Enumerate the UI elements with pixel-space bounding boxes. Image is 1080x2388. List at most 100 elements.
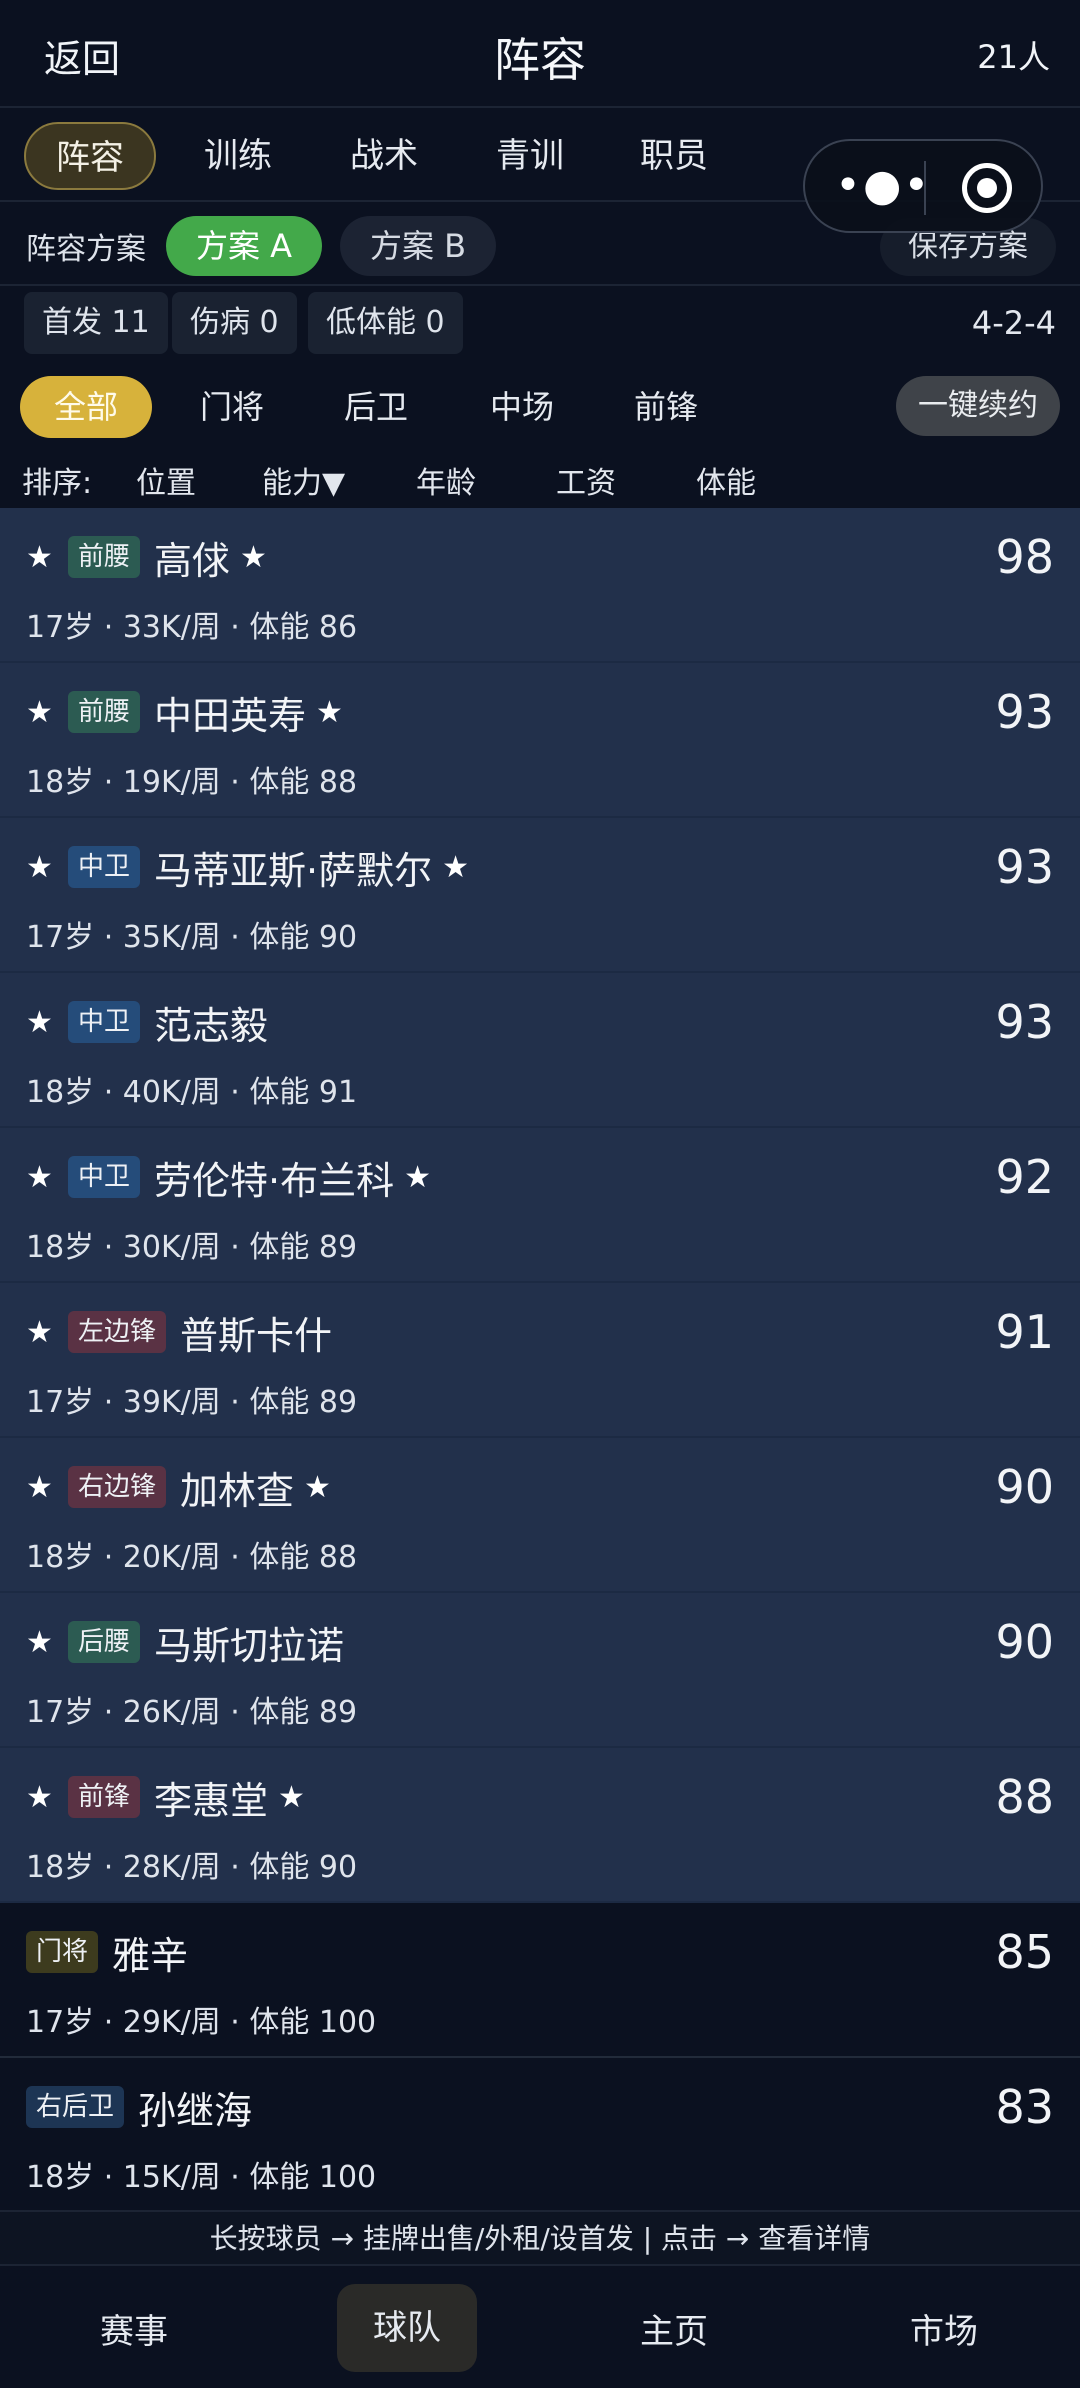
player-info: 17岁 · 26K/周 · 体能 89 bbox=[26, 1695, 358, 1730]
player-name: 中田英寿 bbox=[154, 693, 307, 738]
starter-star-icon: ★ bbox=[26, 1314, 53, 1350]
position-badge: 中卫 bbox=[68, 1156, 141, 1198]
miniprogram-capsule: •●• bbox=[803, 139, 1043, 233]
player-rating: 90 bbox=[995, 1460, 1054, 1514]
player-rating: 93 bbox=[995, 995, 1054, 1049]
renew-all-button[interactable]: 一键续约 bbox=[896, 376, 1060, 436]
position-badge: 前腰 bbox=[68, 536, 141, 578]
position-badge: 左边锋 bbox=[68, 1311, 167, 1353]
player-info: 18岁 · 15K/周 · 体能 100 bbox=[26, 2160, 377, 2195]
capsule-divider bbox=[924, 161, 926, 215]
player-info: 17岁 · 29K/周 · 体能 100 bbox=[26, 2005, 377, 2040]
position-badge: 右后卫 bbox=[26, 2086, 125, 2128]
player-name: 孙继海 bbox=[138, 2088, 253, 2133]
player-row[interactable]: ★ 右边锋 加林查 ★ 90 18岁 · 20K/周 · 体能 88 bbox=[0, 1438, 1080, 1593]
starter-star-icon: ★ bbox=[26, 1159, 53, 1195]
player-name: 雅辛 bbox=[112, 1933, 189, 1978]
player-rating: 88 bbox=[995, 1770, 1054, 1824]
nav-market[interactable]: 市场 bbox=[910, 2304, 978, 2353]
tab-lineup[interactable]: 阵容 bbox=[24, 122, 156, 190]
position-badge: 前锋 bbox=[68, 1776, 141, 1818]
page-title: 阵容 bbox=[494, 33, 586, 87]
starter-star-icon: ★ bbox=[26, 1624, 53, 1660]
tab-tactics[interactable]: 战术 bbox=[320, 122, 448, 190]
nav-events[interactable]: 赛事 bbox=[100, 2304, 168, 2353]
player-name: 李惠堂 bbox=[154, 1778, 269, 1823]
plan-a-button[interactable]: 方案 A bbox=[166, 216, 323, 276]
player-name: 普斯卡什 bbox=[180, 1313, 333, 1358]
player-row[interactable]: 右后卫 孙继海 83 18岁 · 15K/周 · 体能 100 bbox=[0, 2058, 1080, 2213]
player-rating: 83 bbox=[995, 2080, 1054, 2134]
starter-star-icon: ★ bbox=[26, 1004, 53, 1040]
position-badge: 中卫 bbox=[68, 846, 141, 888]
player-row[interactable]: ★ 左边锋 普斯卡什 91 17岁 · 39K/周 · 体能 89 bbox=[0, 1283, 1080, 1438]
player-name: 范志毅 bbox=[154, 1003, 269, 1048]
star-icon: ★ bbox=[304, 1469, 331, 1505]
plan-label: 阵容方案 bbox=[26, 232, 146, 267]
filter-goalkeeper[interactable]: 门将 bbox=[166, 376, 298, 438]
star-icon: ★ bbox=[316, 694, 343, 730]
player-row[interactable]: 门将 雅辛 85 17岁 · 29K/周 · 体能 100 bbox=[0, 1903, 1080, 2058]
position-badge: 右边锋 bbox=[68, 1466, 167, 1508]
sort-label: 排序: bbox=[22, 466, 93, 501]
bottom-nav: 赛事 球队 主页 市场 bbox=[0, 2264, 1080, 2388]
star-icon: ★ bbox=[404, 1159, 432, 1195]
player-info: 18岁 · 40K/周 · 体能 91 bbox=[26, 1075, 358, 1110]
sort-ability[interactable]: 能力▼ bbox=[262, 458, 345, 502]
player-row[interactable]: ★ 中卫 马蒂亚斯·萨默尔 ★ 93 17岁 · 35K/周 · 体能 90 bbox=[0, 818, 1080, 973]
filter-midfield[interactable]: 中场 bbox=[456, 376, 588, 438]
starter-star-icon: ★ bbox=[26, 694, 53, 730]
sort-age[interactable]: 年龄 bbox=[416, 458, 476, 502]
star-icon: ★ bbox=[278, 1779, 305, 1815]
player-row[interactable]: ★ 前腰 高俅 ★ 98 17岁 · 33K/周 · 体能 86 bbox=[0, 508, 1080, 663]
position-badge: 门将 bbox=[26, 1931, 99, 1973]
player-info: 17岁 · 35K/周 · 体能 90 bbox=[26, 920, 358, 955]
player-row[interactable]: ★ 后腰 马斯切拉诺 90 17岁 · 26K/周 · 体能 89 bbox=[0, 1593, 1080, 1748]
sort-row: 排序: 位置 能力▼ 年龄 工资 体能 bbox=[0, 452, 1080, 508]
player-name: 劳伦特·布兰科 bbox=[154, 1158, 395, 1203]
more-icon[interactable]: •●• bbox=[835, 161, 931, 211]
player-row[interactable]: ★ 中卫 范志毅 93 18岁 · 40K/周 · 体能 91 bbox=[0, 973, 1080, 1128]
sort-stamina[interactable]: 体能 bbox=[696, 458, 756, 502]
player-info: 18岁 · 19K/周 · 体能 88 bbox=[26, 765, 358, 800]
tab-staff[interactable]: 职员 bbox=[610, 122, 738, 190]
close-target-icon[interactable] bbox=[962, 163, 1012, 213]
player-rating: 93 bbox=[995, 685, 1054, 739]
player-info: 18岁 · 30K/周 · 体能 89 bbox=[26, 1230, 358, 1265]
squad-count: 21人 bbox=[977, 38, 1050, 76]
player-name: 马斯切拉诺 bbox=[154, 1623, 345, 1668]
plan-b-button[interactable]: 方案 B bbox=[340, 216, 497, 276]
star-icon: ★ bbox=[240, 539, 267, 575]
nav-home[interactable]: 主页 bbox=[640, 2304, 708, 2353]
player-name: 加林查 bbox=[180, 1468, 295, 1513]
starters-stat: 首发 11 bbox=[24, 292, 168, 354]
sort-position[interactable]: 位置 bbox=[136, 458, 196, 502]
tab-training[interactable]: 训练 bbox=[174, 122, 302, 190]
player-name: 高俅 bbox=[154, 538, 231, 583]
player-rating: 91 bbox=[995, 1305, 1054, 1359]
player-rating: 98 bbox=[995, 530, 1054, 584]
player-row[interactable]: ★ 中卫 劳伦特·布兰科 ★ 92 18岁 · 30K/周 · 体能 89 bbox=[0, 1128, 1080, 1283]
player-rating: 93 bbox=[995, 840, 1054, 894]
player-info: 17岁 · 39K/周 · 体能 89 bbox=[26, 1385, 358, 1420]
low-stamina-stat: 低体能 0 bbox=[308, 292, 463, 354]
injured-stat: 伤病 0 bbox=[172, 292, 297, 354]
filter-defender[interactable]: 后卫 bbox=[310, 376, 442, 438]
position-badge: 中卫 bbox=[68, 1001, 141, 1043]
player-info: 18岁 · 20K/周 · 体能 88 bbox=[26, 1540, 358, 1575]
starter-star-icon: ★ bbox=[26, 539, 53, 575]
filter-all[interactable]: 全部 bbox=[20, 376, 153, 438]
formation-label: 4-2-4 bbox=[971, 304, 1056, 342]
player-row[interactable]: ★ 前腰 中田英寿 ★ 93 18岁 · 19K/周 · 体能 88 bbox=[0, 663, 1080, 818]
player-rating: 85 bbox=[995, 1925, 1054, 1979]
player-row[interactable]: ★ 前锋 李惠堂 ★ 88 18岁 · 28K/周 · 体能 90 bbox=[0, 1748, 1080, 1903]
stats-row: 首发 11 伤病 0 低体能 0 4-2-4 bbox=[0, 288, 1080, 364]
starter-star-icon: ★ bbox=[26, 849, 53, 885]
player-rating: 90 bbox=[995, 1615, 1054, 1669]
nav-team[interactable]: 球队 bbox=[337, 2284, 477, 2372]
filter-forward[interactable]: 前锋 bbox=[600, 376, 732, 438]
tab-youth[interactable]: 青训 bbox=[466, 122, 594, 190]
player-info: 18岁 · 28K/周 · 体能 90 bbox=[26, 1850, 358, 1885]
usage-hint: 长按球员 → 挂牌出售/外租/设首发 | 点击 → 查看详情 bbox=[0, 2210, 1080, 2264]
sort-wage[interactable]: 工资 bbox=[556, 458, 616, 502]
